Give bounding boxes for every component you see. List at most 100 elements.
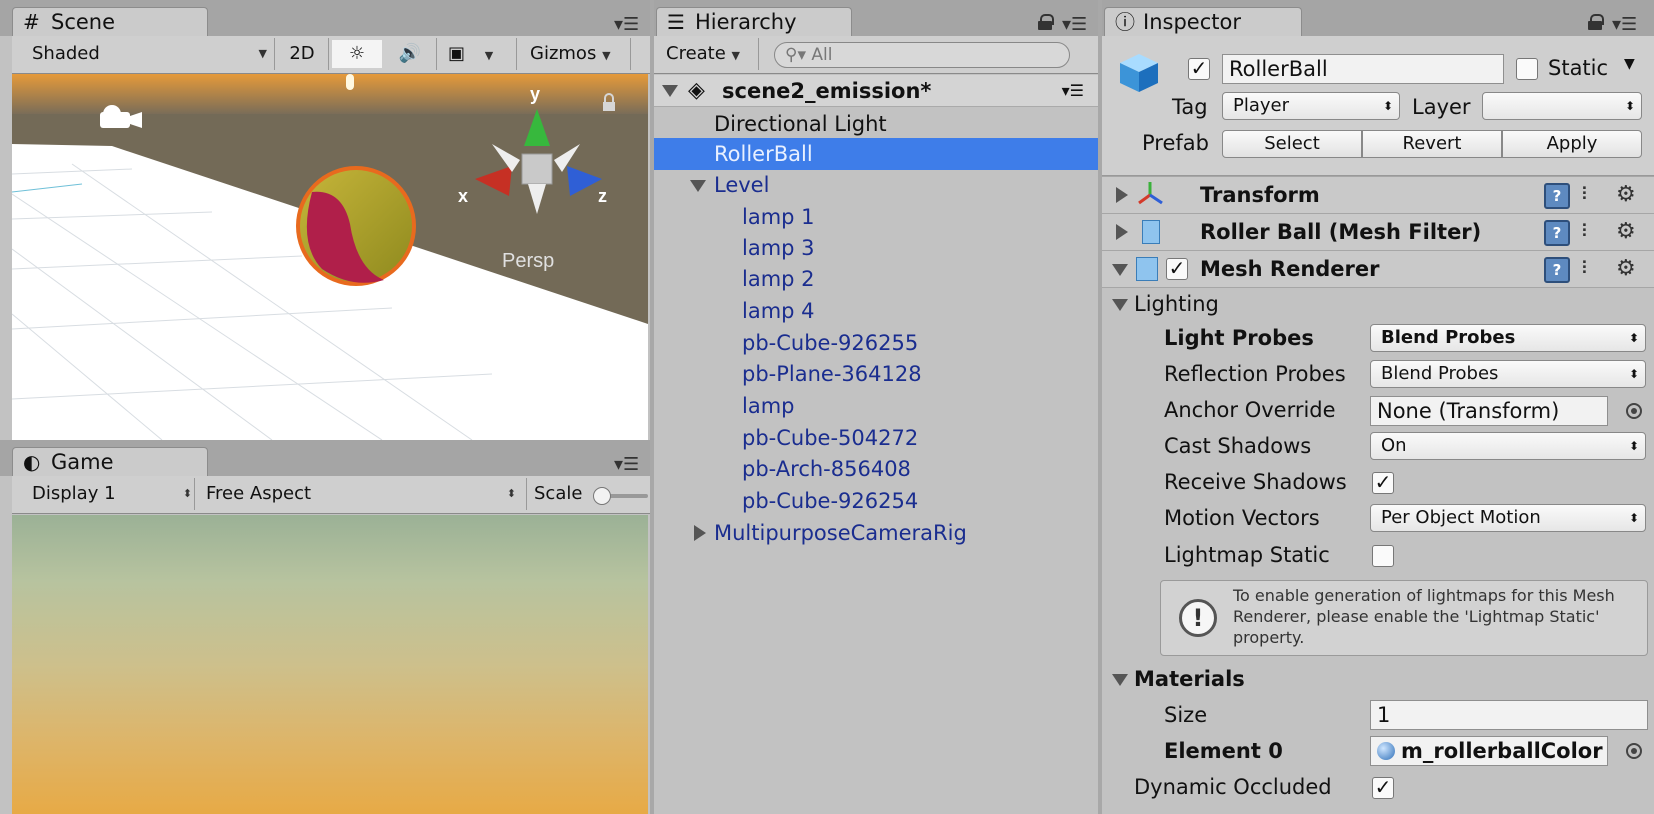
- motion-vectors-dropdown[interactable]: Per Object Motion ⬍: [1370, 504, 1646, 532]
- lock-icon[interactable]: [1038, 14, 1054, 30]
- speaker-icon: 🔊: [398, 43, 422, 64]
- scene-audio-toggle[interactable]: 🔊: [390, 40, 430, 68]
- static-checkbox[interactable]: [1516, 58, 1538, 80]
- hierarchy-item-multipurpose-camera-rig[interactable]: MultipurposeCameraRig: [654, 517, 1098, 549]
- active-checkbox[interactable]: ✓: [1188, 58, 1210, 80]
- hierarchy-item-directional-light[interactable]: Directional Light: [654, 108, 1098, 140]
- mesh-renderer-component-header[interactable]: ✓ Mesh Renderer ? ⫶ ⚙: [1102, 250, 1654, 288]
- hierarchy-item-pb-plane-364128[interactable]: pb-Plane-364128: [654, 358, 1098, 390]
- lightmap-static-checkbox[interactable]: [1372, 545, 1394, 567]
- tab-inspector[interactable]: ⓘ Inspector: [1104, 7, 1302, 37]
- receive-shadows-checkbox[interactable]: ✓: [1372, 472, 1394, 494]
- expand-arrow-icon[interactable]: [1112, 264, 1128, 276]
- aspect-dropdown[interactable]: Free Aspect ⬍: [206, 480, 516, 508]
- panel-menu-icon[interactable]: ▾☰: [1612, 14, 1637, 35]
- prefab-select-button[interactable]: Select: [1222, 130, 1362, 158]
- persp-label[interactable]: Persp: [502, 250, 554, 272]
- hierarchy-item-lamp-3[interactable]: lamp 3: [654, 232, 1098, 264]
- object-picker-icon[interactable]: [1626, 743, 1642, 759]
- mesh-filter-component-header[interactable]: Roller Ball (Mesh Filter) ? ⫶ ⚙: [1102, 213, 1654, 251]
- expand-arrow-icon[interactable]: [1112, 299, 1128, 311]
- help-icon[interactable]: ?: [1544, 220, 1570, 246]
- scene-panel: # Scene ▾☰ Shaded ▼ 2D ☼ 🔊 ▣ ▼ Gizmos ▼: [0, 0, 650, 440]
- lighting-foldout[interactable]: Lighting: [1102, 289, 1402, 319]
- hierarchy-item-pb-cube-926255[interactable]: pb-Cube-926255: [654, 327, 1098, 359]
- tab-hierarchy[interactable]: ☰ Hierarchy: [656, 7, 852, 37]
- tab-game[interactable]: ◐ Game: [12, 447, 208, 477]
- updown-arrow-icon: ⬍: [1624, 99, 1635, 113]
- static-label: Static: [1548, 56, 1609, 80]
- dynamic-occluded-checkbox[interactable]: ✓: [1372, 777, 1394, 799]
- display-dropdown[interactable]: Display 1 ⬍: [32, 480, 192, 508]
- hierarchy-item-lamp-4[interactable]: lamp 4: [654, 295, 1098, 327]
- expand-arrow-icon[interactable]: [1112, 674, 1128, 686]
- transform-component-header[interactable]: Transform ? ⫶ ⚙: [1102, 176, 1654, 214]
- light-probes-dropdown[interactable]: Blend Probes ⬍: [1370, 324, 1646, 352]
- 2d-toggle-button[interactable]: 2D: [284, 40, 320, 68]
- scene-root-row[interactable]: ◈ scene2_emission* ▾☰: [654, 75, 1098, 107]
- object-name-field[interactable]: RollerBall: [1222, 54, 1504, 84]
- prefab-label: Prefab: [1142, 131, 1209, 155]
- preset-icon[interactable]: ⫶: [1582, 260, 1604, 280]
- prefab-apply-button[interactable]: Apply: [1502, 130, 1642, 158]
- hierarchy-search-input[interactable]: ⚲▾ All: [774, 42, 1070, 68]
- layer-dropdown[interactable]: ⬍: [1482, 92, 1642, 120]
- mesh-renderer-icon: [1136, 257, 1158, 281]
- gizmos-dropdown[interactable]: Gizmos ▼: [530, 40, 620, 68]
- collapse-arrow-icon[interactable]: [1116, 187, 1128, 203]
- updown-arrow-icon: ⬍: [1628, 331, 1639, 345]
- updown-arrow-icon: ⬍: [182, 487, 192, 500]
- hierarchy-item-lamp-1[interactable]: lamp 1: [654, 201, 1098, 233]
- panel-menu-icon[interactable]: ▾☰: [614, 454, 639, 475]
- scene-lighting-toggle[interactable]: ☼: [332, 40, 382, 68]
- help-icon[interactable]: ?: [1544, 183, 1570, 209]
- dropdown-arrow-icon: ▼: [602, 49, 611, 62]
- hierarchy-item-level[interactable]: Level: [654, 169, 1098, 201]
- scene-menu-icon[interactable]: ▾☰: [1062, 75, 1084, 107]
- tab-scene[interactable]: # Scene: [12, 7, 208, 37]
- anchor-override-field[interactable]: None (Transform): [1370, 396, 1608, 426]
- scale-slider-thumb[interactable]: [592, 487, 611, 505]
- preset-icon[interactable]: ⫶: [1582, 223, 1604, 243]
- cast-shadows-dropdown[interactable]: On ⬍: [1370, 432, 1646, 460]
- hierarchy-item-pb-cube-926254[interactable]: pb-Cube-926254: [654, 485, 1098, 517]
- gear-icon[interactable]: ⚙: [1616, 220, 1636, 244]
- inspector-panel: ⓘ Inspector ▾☰ ✓ RollerBall Static ▼ Tag…: [1102, 0, 1654, 814]
- object-picker-icon[interactable]: [1626, 403, 1642, 419]
- game-viewport[interactable]: [12, 515, 648, 814]
- hierarchy-item-lamp-2[interactable]: lamp 2: [654, 263, 1098, 295]
- static-dropdown-icon[interactable]: ▼: [1624, 56, 1635, 72]
- help-icon[interactable]: ?: [1544, 257, 1570, 283]
- expand-arrow-icon[interactable]: [690, 180, 706, 192]
- component-tools: ? ⫶ ⚙: [1544, 220, 1654, 246]
- reflection-probes-dropdown[interactable]: Blend Probes ⬍: [1370, 360, 1646, 388]
- tag-dropdown[interactable]: Player ⬍: [1222, 92, 1400, 120]
- expand-arrow-icon[interactable]: [662, 85, 678, 97]
- panel-menu-icon[interactable]: ▾☰: [614, 14, 639, 35]
- gear-icon[interactable]: ⚙: [1616, 257, 1636, 281]
- materials-size-field[interactable]: 1: [1370, 700, 1648, 730]
- expand-arrow-icon[interactable]: [694, 525, 706, 541]
- materials-foldout[interactable]: Materials: [1102, 664, 1402, 694]
- hierarchy-tree: ◈ scene2_emission* ▾☰ Directional Light …: [654, 75, 1098, 814]
- element-0-field[interactable]: m_rollerballColor: [1370, 736, 1608, 766]
- hierarchy-item-pb-cube-504272[interactable]: pb-Cube-504272: [654, 422, 1098, 454]
- mesh-renderer-enabled-checkbox[interactable]: ✓: [1166, 258, 1188, 280]
- updown-arrow-icon: ⬍: [506, 487, 516, 500]
- panel-menu-icon[interactable]: ▾☰: [1062, 14, 1087, 35]
- gear-icon[interactable]: ⚙: [1616, 183, 1636, 207]
- collapse-arrow-icon[interactable]: [1116, 224, 1128, 240]
- hierarchy-item-lamp[interactable]: lamp: [654, 390, 1098, 422]
- hierarchy-item-rollerball[interactable]: RollerBall: [654, 138, 1098, 170]
- prefab-revert-button[interactable]: Revert: [1362, 130, 1502, 158]
- scale-slider[interactable]: [592, 487, 648, 505]
- create-dropdown[interactable]: Create ▼: [666, 40, 752, 68]
- lock-icon[interactable]: [1588, 14, 1604, 30]
- divider: [194, 478, 195, 510]
- preset-icon[interactable]: ⫶: [1582, 186, 1604, 206]
- shading-mode-dropdown[interactable]: Shaded ▼: [32, 40, 267, 68]
- scene-viewport[interactable]: y x z Persp: [12, 74, 648, 440]
- hierarchy-item-pb-arch-856408[interactable]: pb-Arch-856408: [654, 453, 1098, 485]
- sun-icon: ☼: [348, 43, 366, 64]
- scene-effects-dropdown[interactable]: ▣ ▼: [448, 40, 508, 68]
